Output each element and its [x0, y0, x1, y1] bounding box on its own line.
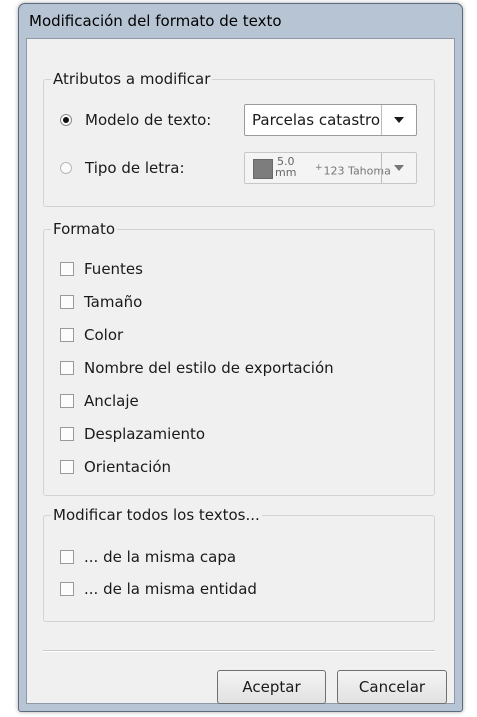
- same-layer-label: ... de la misma capa: [84, 548, 237, 566]
- font-type-label: Tipo de letra:: [85, 159, 185, 177]
- same-entity-checkbox[interactable]: [60, 582, 74, 596]
- offset-checkbox[interactable]: [60, 427, 74, 441]
- font-type-radio[interactable]: [60, 162, 72, 174]
- format-option-orientation[interactable]: Orientación: [60, 456, 171, 478]
- offset-label: Desplazamiento: [84, 425, 206, 443]
- text-model-radio[interactable]: [60, 114, 72, 126]
- format-legend: Formato: [51, 219, 118, 239]
- text-model-label: Modelo de texto:: [85, 111, 212, 129]
- chevron-down-icon[interactable]: [381, 153, 416, 183]
- format-group: Formato Fuentes Tamaño Color Nombre del …: [43, 219, 435, 496]
- format-option-color[interactable]: Color: [60, 324, 123, 346]
- attributes-group: Atributos a modificar Modelo de texto: P…: [43, 69, 435, 207]
- button-separator: [43, 650, 435, 652]
- font-size-unit: mm: [275, 166, 297, 179]
- chevron-down-icon[interactable]: [381, 105, 416, 135]
- dialog-body: Atributos a modificar Modelo de texto: P…: [26, 38, 455, 704]
- dialog-title[interactable]: Modificación del formato de texto: [19, 4, 462, 38]
- orientation-label: Orientación: [84, 458, 172, 476]
- fonts-label: Fuentes: [84, 260, 143, 278]
- anchor-checkbox[interactable]: [60, 394, 74, 408]
- modify-same-entity-option[interactable]: ... de la misma entidad: [60, 578, 257, 600]
- font-type-select[interactable]: 5.0 mm +123 Tahoma: [244, 152, 417, 184]
- font-type-option[interactable]: Tipo de letra:: [60, 157, 185, 179]
- anchor-label: Anclaje: [84, 392, 139, 410]
- color-checkbox[interactable]: [60, 328, 74, 342]
- modify-all-legend: Modificar todos los textos...: [51, 505, 262, 525]
- text-model-option[interactable]: Modelo de texto:: [60, 109, 211, 131]
- same-layer-checkbox[interactable]: [60, 550, 74, 564]
- text-model-select[interactable]: Parcelas catastro: [244, 104, 417, 136]
- text-model-value: Parcelas catastro: [252, 111, 381, 129]
- font-size-preview: 5.0 mm: [275, 156, 296, 178]
- attributes-legend: Atributos a modificar: [51, 69, 213, 89]
- format-option-size[interactable]: Tamaño: [60, 291, 142, 313]
- format-option-offset[interactable]: Desplazamiento: [60, 423, 205, 445]
- color-label: Color: [84, 326, 124, 344]
- export-style-checkbox[interactable]: [60, 361, 74, 375]
- font-name-preview: +123 Tahoma: [315, 153, 391, 187]
- fonts-checkbox[interactable]: [60, 262, 74, 276]
- format-option-fonts[interactable]: Fuentes: [60, 258, 143, 280]
- export-style-label: Nombre del estilo de exportación: [84, 359, 334, 377]
- orientation-checkbox[interactable]: [60, 460, 74, 474]
- modify-same-layer-option[interactable]: ... de la misma capa: [60, 546, 236, 568]
- size-label: Tamaño: [84, 293, 143, 311]
- cancel-button[interactable]: Cancelar: [337, 670, 447, 704]
- size-checkbox[interactable]: [60, 295, 74, 309]
- format-option-export-style[interactable]: Nombre del estilo de exportación: [60, 357, 334, 379]
- dialog-window: Modificación del formato de texto Atribu…: [18, 3, 463, 712]
- format-option-anchor[interactable]: Anclaje: [60, 390, 139, 412]
- modify-all-group: Modificar todos los textos... ... de la …: [43, 505, 435, 622]
- color-swatch-icon: [253, 159, 273, 179]
- accept-button[interactable]: Aceptar: [217, 670, 326, 704]
- same-entity-label: ... de la misma entidad: [84, 580, 257, 598]
- font-prefix: +: [315, 163, 323, 173]
